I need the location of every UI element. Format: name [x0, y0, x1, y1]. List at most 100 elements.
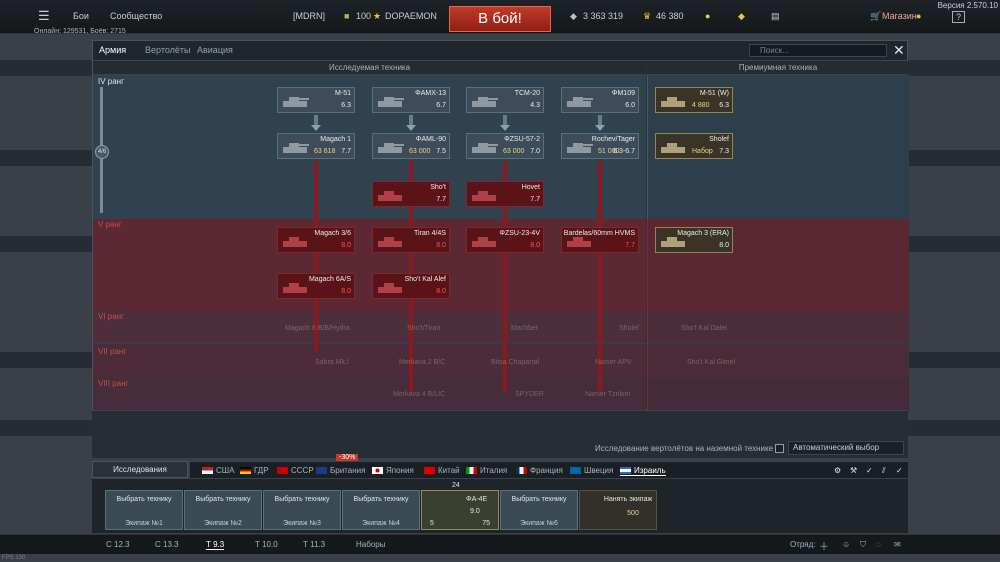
premium-vehicle-card[interactable]: Sholef Набор 7.3	[655, 133, 733, 159]
mode-tab[interactable]: С 12.3	[106, 540, 130, 549]
vehicle-card[interactable]: Magach 1 63 618 7.7	[277, 133, 355, 159]
crew-slot[interactable]: Выбрать технику Экипаж №4	[342, 490, 420, 530]
clan-tag[interactable]: [MDRN]	[293, 11, 325, 21]
mode-tab[interactable]: Т 11.3	[303, 540, 325, 549]
tab-helicopters[interactable]: Вертолёты	[145, 45, 191, 55]
lightbulb-icon[interactable]: ●	[705, 11, 710, 21]
clan-icon[interactable]: ⛉	[860, 540, 866, 550]
help-button[interactable]: ?	[952, 11, 966, 23]
hire-crew-slot[interactable]: Нанять экипаж 500	[579, 490, 657, 530]
vehicle-card[interactable]: Tiran 4/4S 8.0	[372, 227, 450, 253]
nation-italy[interactable]: Италия	[466, 466, 507, 475]
vehicle-card[interactable]: Sho't Kal Alef 8.0	[372, 273, 450, 299]
gear-icon[interactable]: ⚙	[834, 466, 841, 475]
close-icon[interactable]: ✕	[893, 42, 905, 59]
locked-vehicle[interactable]: Sabra Mk.I	[315, 359, 349, 366]
to-battle-button[interactable]: В бой!	[449, 6, 551, 32]
vehicle-card[interactable]: ΦAMX-13 6.7	[372, 87, 450, 113]
vehicle-card[interactable]: ΦZSU-23-4V 8.0	[466, 227, 544, 253]
locked-vehicle[interactable]: Sholef	[619, 325, 639, 332]
repair-all-icon[interactable]: ⫽	[882, 466, 886, 476]
rank-vi-label[interactable]: VI ранг	[98, 312, 124, 321]
shop-button[interactable]: Магазин	[882, 11, 917, 21]
community-menu[interactable]: Сообщество	[110, 11, 162, 21]
rank-iv-label[interactable]: IV ранг	[98, 77, 124, 86]
rank-v-label[interactable]: V ранг	[98, 220, 122, 229]
rank-vii-label[interactable]: VII ранг	[98, 347, 126, 356]
mode-tab[interactable]: С 13.3	[155, 540, 179, 549]
vehicle-name: Magach 3 (ERA)	[677, 230, 729, 237]
locked-vehicle[interactable]: Sho't Kal Dalet	[681, 325, 727, 332]
tab-aviation[interactable]: Авиация	[197, 45, 233, 55]
locked-vehicle[interactable]: Merkava 2 B/C	[399, 359, 445, 366]
auto-select-dropdown[interactable]: Автоматический выбор	[788, 441, 904, 455]
wrench-icon[interactable]: ⚒	[850, 466, 857, 475]
locked-vehicle[interactable]: Sho't Kal Gimel	[687, 359, 735, 366]
crew-slot[interactable]: Выбрать технику Экипаж №6	[500, 490, 578, 530]
locked-vehicle[interactable]: Machbet	[511, 325, 538, 332]
chat-icon[interactable]: ◌	[876, 540, 881, 549]
heli-research-checkbox[interactable]	[775, 444, 784, 453]
check-icon[interactable]: ✓	[866, 466, 873, 475]
locked-vehicle[interactable]: Merkava 4 B/LIC	[393, 391, 445, 398]
crew-slot-title: Выбрать технику	[116, 496, 172, 503]
premium-vehicle-card[interactable]: Magach 3 (ERA) 8.0	[655, 227, 733, 253]
mode-tab-active[interactable]: Т 9.3	[206, 540, 225, 550]
nation-france[interactable]: Франция	[516, 466, 563, 475]
vehicle-card[interactable]: M-51 6.3	[277, 87, 355, 113]
alert-icon[interactable]: ●	[916, 11, 921, 21]
locked-vehicle[interactable]: Namer Tzrikim	[585, 391, 630, 398]
locked-vehicle[interactable]: SPYDER	[515, 391, 544, 398]
crew-slot[interactable]: Выбрать технику Экипаж №1	[105, 490, 183, 530]
mode-tab[interactable]: Т 10.0	[255, 540, 278, 549]
vehicle-name: Hovet	[521, 184, 540, 191]
crew-slot[interactable]: Выбрать технику Экипаж №3	[263, 490, 341, 530]
crew-slot-active[interactable]: 24 ΦA-4E 9.0 5 75	[421, 482, 499, 530]
vehicle-card[interactable]: Hovet 7.7	[466, 181, 544, 207]
add-squad-icon[interactable]: ＋	[819, 538, 829, 553]
crew-slot[interactable]: Выбрать технику Экипаж №2	[184, 490, 262, 530]
battles-menu[interactable]: Бои	[73, 11, 89, 21]
vehicle-card[interactable]: Rochev/Tager 51 000 6.3-6.7	[561, 133, 639, 159]
locked-vehicle[interactable]: Bitsa Chaparral	[491, 359, 539, 366]
nation-sweden[interactable]: Швеция	[570, 466, 613, 475]
mail-icon[interactable]: ✉	[894, 540, 901, 549]
france-flag-icon	[516, 467, 527, 474]
nation-china[interactable]: Китай	[424, 466, 460, 475]
nation-ussr[interactable]: СССР	[277, 466, 314, 475]
premium-vehicle-card[interactable]: M-51 (W) 4 880 6.3	[655, 87, 733, 113]
arrow-down-icon	[311, 125, 321, 131]
check-all-icon[interactable]: ✓	[896, 466, 903, 475]
vehicle-card[interactable]: ΦZSU-57-2 63 000 7.0	[466, 133, 544, 159]
nation-usa[interactable]: США	[202, 466, 234, 475]
vehicle-br: 6.3-6.7	[613, 148, 635, 155]
friends-icon[interactable]: ☺	[842, 540, 850, 549]
vehicle-card[interactable]: Magach 6A/S 8.0	[277, 273, 355, 299]
vehicle-card[interactable]: TCM-20 4.3	[466, 87, 544, 113]
crew-slot-left: 5	[430, 520, 434, 527]
locked-vehicle[interactable]: Magach 6 B/B/Hydra	[285, 325, 350, 332]
shop-icon[interactable]: 🛒	[870, 11, 881, 22]
mode-tab[interactable]: Наборы	[356, 540, 385, 549]
nation-japan[interactable]: Япония	[372, 466, 414, 475]
nation-germany[interactable]: ГДР	[240, 466, 269, 475]
rank-viii-label[interactable]: VIII ранг	[98, 379, 128, 388]
locked-vehicle[interactable]: Sho't/Tiran	[407, 325, 440, 332]
tab-army[interactable]: Армия	[99, 45, 126, 55]
nation-israel[interactable]: Израиль	[620, 466, 666, 476]
locked-vehicle[interactable]: Namer APV	[595, 359, 632, 366]
crew-slot-br: 9.0	[470, 508, 480, 515]
nation-britain[interactable]: Британия	[316, 466, 365, 475]
vehicle-card[interactable]: Bardelas/60mm HVMS 7.7	[561, 227, 639, 253]
vehicle-card[interactable]: ΦAML-90 63 000 7.5	[372, 133, 450, 159]
tickets-icon[interactable]: ▤	[771, 11, 780, 22]
hamburger-icon[interactable]: ☰	[38, 8, 50, 24]
player-nickname[interactable]: DOPAEMON	[385, 11, 437, 21]
premium-icon[interactable]: ◆	[738, 11, 745, 22]
vehicle-card[interactable]: Sho't 7.7	[372, 181, 450, 207]
search-input[interactable]: Поиск...	[749, 44, 887, 57]
vehicle-card[interactable]: Magach 3/6 8.0	[277, 227, 355, 253]
research-tab[interactable]: Исследования	[92, 461, 188, 478]
vehicle-card[interactable]: ΦM109 6.0	[561, 87, 639, 113]
vehicle-name: Tiran 4/4S	[413, 230, 446, 237]
